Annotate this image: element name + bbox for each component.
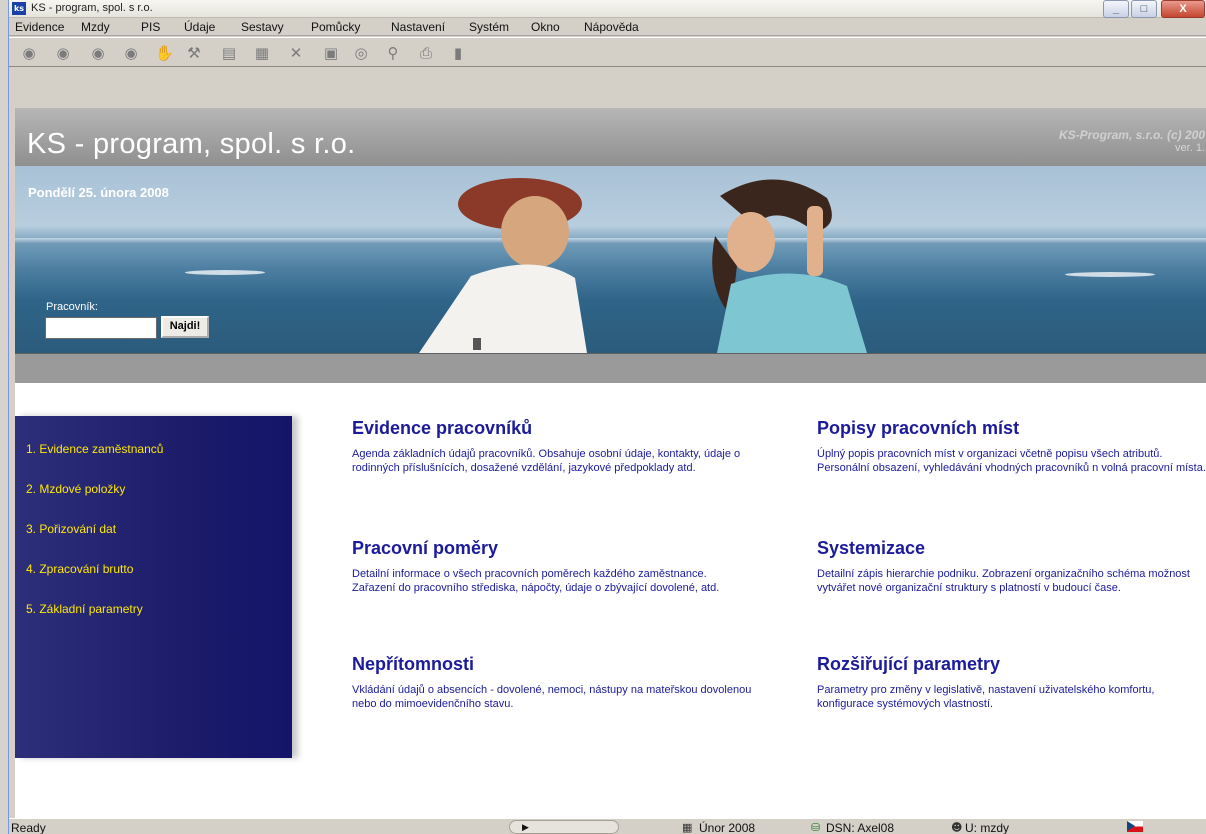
current-date: Pondělí 25. února 2008 [28, 185, 169, 200]
feature-title-rozsirujici-parametry[interactable]: Rozšiřující parametry [817, 654, 1000, 675]
feature-desc-rozsirujici-parametry: Parametry pro změny v legislativě, nasta… [817, 684, 1155, 710]
print-icon[interactable]: ⎙ [418, 45, 434, 61]
toolbar: ◉ ◉ ◉ ◉ ✋ ⚒ ▤ ▦ ✕ ▣ ◎ ⚲ ⎙ ▮ [9, 37, 1206, 67]
nav-porizovani-dat[interactable]: 3. Pořizování dat [26, 522, 116, 536]
menu-bar: Evidence Mzdy PIS Údaje Sestavy Pomůcky … [9, 18, 1206, 36]
feature-title-pracovni-pomery[interactable]: Pracovní poměry [352, 538, 498, 559]
maximize-button[interactable]: □ [1131, 0, 1157, 18]
document-icon[interactable]: ▤ [221, 45, 237, 61]
feature-title-popisy[interactable]: Popisy pracovních míst [817, 418, 1019, 439]
feature-title-systemizace[interactable]: Systemizace [817, 538, 925, 559]
feature-desc-pracovni-pomery: Detailní informace o všech pracovních po… [352, 568, 720, 594]
nav-zakladni-parametry[interactable]: 5. Základní parametry [26, 602, 143, 616]
feature-desc-evidence: Agenda základních údajů pracovníků. Obsa… [352, 448, 741, 474]
notes-icon[interactable]: ▦ [254, 45, 270, 61]
exit-icon[interactable]: ▮ [450, 45, 466, 61]
copyright-text: KS-Program, s.r.o. (c) 200 [1058, 128, 1205, 142]
worker-search-input[interactable] [45, 317, 157, 339]
status-ready: Ready [11, 821, 46, 834]
status-month: Únor 2008 [699, 821, 756, 834]
close-button[interactable]: X [1161, 0, 1205, 18]
worker-search-label: Pracovník: [46, 301, 98, 313]
record-icon[interactable]: ◉ [55, 45, 71, 61]
nav-zpracovani-brutto[interactable]: 4. Zpracování brutto [26, 562, 133, 576]
main-content: KS - program, spol. s r.o. KS-Program, s… [15, 108, 1206, 818]
find-button[interactable]: Najdi! [161, 316, 209, 338]
app-title: KS - program, spol. s r.o. [27, 128, 356, 160]
menu-mzdy[interactable]: Mzdy [81, 20, 110, 34]
nav-mzdove-polozky[interactable]: 2. Mzdové položky [26, 482, 125, 496]
status-user: U: mzdy [965, 821, 1010, 834]
menu-pomucky[interactable]: Pomůcky [311, 20, 360, 34]
feature-desc-systemizace: Detailní zápis hierarchie podniku. Zobra… [817, 568, 1190, 594]
menu-udaje[interactable]: Údaje [184, 20, 215, 34]
feature-title-evidence[interactable]: Evidence pracovníků [352, 418, 532, 439]
status-dsn: DSN: Axel08 [826, 821, 895, 834]
menu-napoveda[interactable]: Nápověda [584, 20, 639, 34]
hero-banner: Pondělí 25. února 2008 Pracovník: Najdi! [15, 166, 1206, 353]
tools-icon[interactable]: ⚒ [186, 45, 202, 61]
database-icon: ⛁ [811, 821, 821, 834]
window-title: KS - program, spol. s r.o. [31, 2, 153, 14]
nav-evidence-zamestnancu[interactable]: 1. Evidence zaměstnanců [26, 442, 163, 456]
record-icon[interactable]: ◉ [90, 45, 106, 61]
minimize-button[interactable]: _ [1103, 0, 1129, 18]
status-bar: Ready ▶ ▦ Únor 2008 ⛁ DSN: Axel08 ☻ U: m… [9, 818, 1206, 834]
user-icon: ☻ [951, 821, 963, 834]
calendar-icon: ▦ [682, 821, 693, 834]
version-text: ver. 1. [1175, 142, 1205, 154]
disc-icon[interactable]: ◎ [353, 45, 369, 61]
header-divider-strip [15, 353, 1206, 383]
app-header: KS - program, spol. s r.o. KS-Program, s… [15, 108, 1206, 166]
menu-nastaveni[interactable]: Nastavení [391, 20, 445, 34]
czech-flag-icon [1127, 821, 1143, 832]
cut-icon[interactable]: ✕ [288, 45, 304, 61]
record-icon[interactable]: ◉ [123, 45, 139, 61]
application-window: ks KS - program, spol. s r.o. _ □ X Evid… [8, 0, 1206, 834]
save-icon[interactable]: ▣ [323, 45, 339, 61]
feature-title-nepritomnosti[interactable]: Nepřítomnosti [352, 654, 474, 675]
record-icon[interactable]: ◉ [21, 45, 37, 61]
status-scroll-pill[interactable]: ▶ [509, 820, 619, 834]
menu-pis[interactable]: PIS [141, 20, 160, 34]
title-bar[interactable]: ks KS - program, spol. s r.o. _ □ X [9, 0, 1206, 18]
feature-desc-popisy: Úplný popis pracovních míst v organizaci… [817, 448, 1206, 474]
menu-system[interactable]: Systém [469, 20, 509, 34]
feature-desc-nepritomnosti: Vkládání údajů o absencích - dovolené, n… [352, 684, 752, 710]
menu-okno[interactable]: Okno [531, 20, 560, 34]
search-icon[interactable]: ⚲ [385, 45, 401, 61]
menu-evidence[interactable]: Evidence [15, 20, 64, 34]
menu-sestavy[interactable]: Sestavy [241, 20, 284, 34]
left-navigation: 1. Evidence zaměstnanců 2. Mzdové položk… [15, 416, 292, 758]
hand-icon[interactable]: ✋ [155, 45, 174, 61]
app-logo-icon: ks [12, 2, 26, 15]
